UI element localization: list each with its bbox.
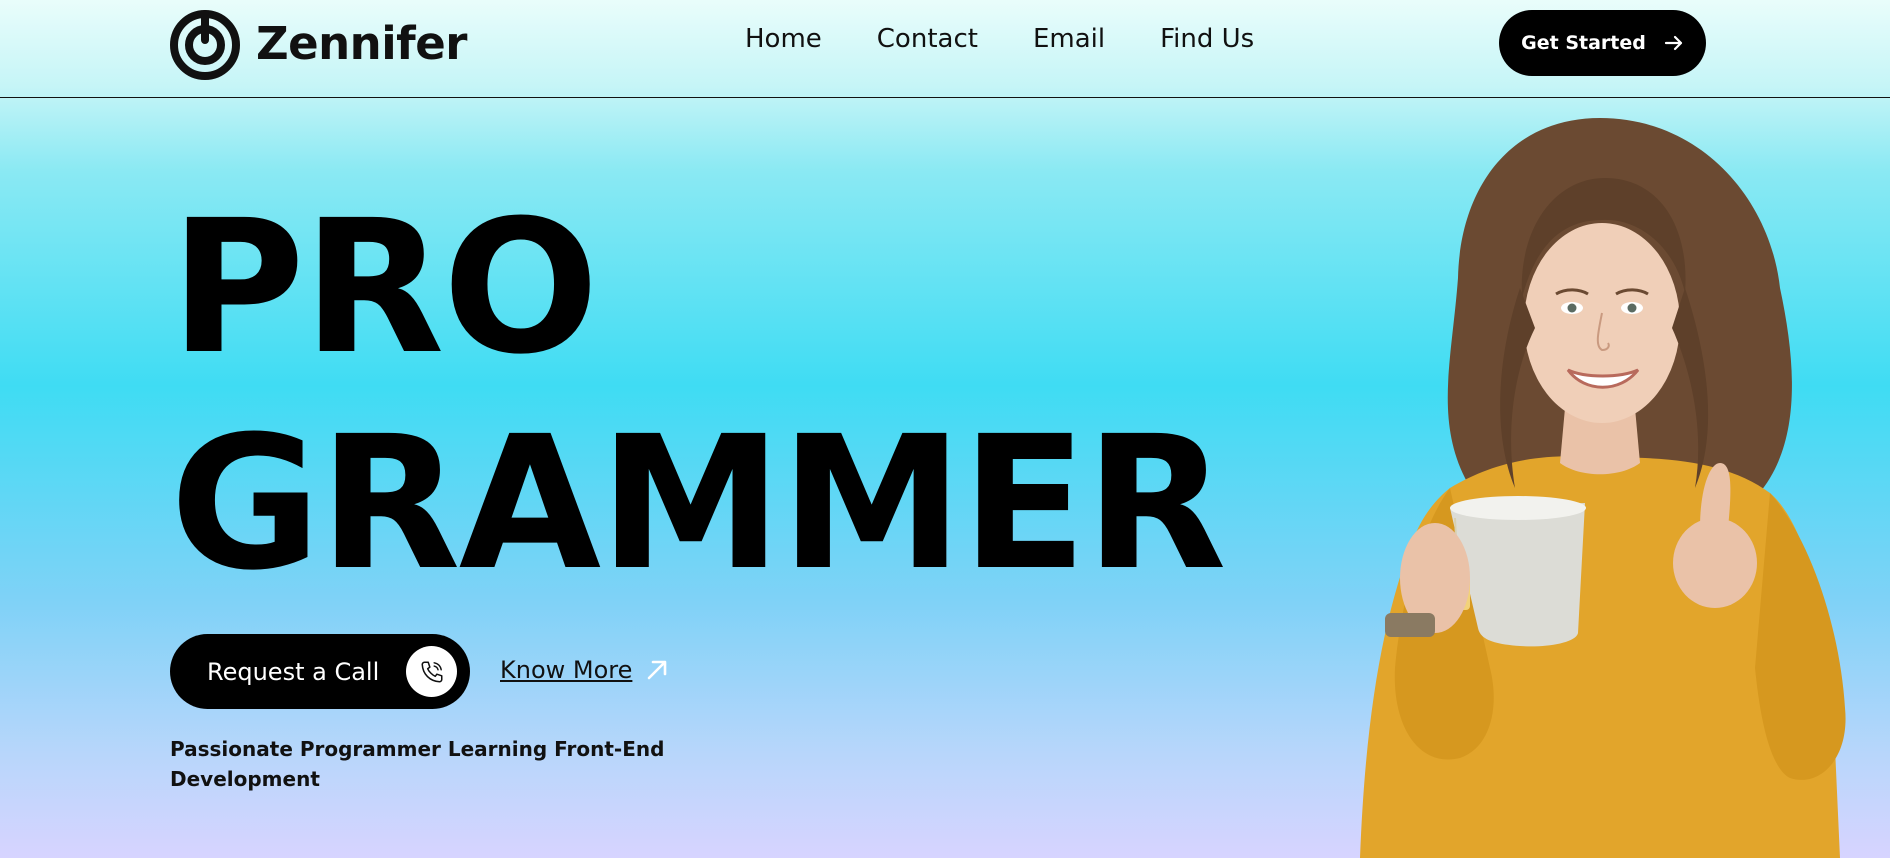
phone-icon <box>406 646 457 697</box>
request-call-label: Request a Call <box>207 657 380 686</box>
brand-logo[interactable]: Zennifer <box>168 6 467 80</box>
hero-title-line-2: GRAMMER <box>170 397 1227 611</box>
know-more-link[interactable]: Know More <box>500 656 670 684</box>
arrow-right-icon <box>1664 35 1682 51</box>
arrow-up-right-icon <box>648 660 667 680</box>
woman-with-mug-photo <box>1360 118 1846 858</box>
get-started-button[interactable]: Get Started <box>1499 10 1706 76</box>
know-more-label: Know More <box>500 656 633 684</box>
target-logo-icon <box>170 10 240 80</box>
nav-link-contact[interactable]: Contact <box>877 24 978 54</box>
hero-tagline: Passionate Programmer Learning Front-End… <box>170 737 665 791</box>
site-header: Zennifer Home Contact Email Find Us Get … <box>0 0 1890 98</box>
brand-name: Zennifer <box>256 16 467 70</box>
hero-title-line-1: PRO <box>170 181 599 395</box>
nav-link-find-us[interactable]: Find Us <box>1160 24 1254 54</box>
nav-link-home[interactable]: Home <box>745 24 822 54</box>
main-nav: Home Contact Email Find Us <box>745 24 1254 54</box>
nav-link-email[interactable]: Email <box>1033 24 1105 54</box>
request-call-button[interactable]: Request a Call <box>170 634 470 709</box>
get-started-label: Get Started <box>1521 32 1646 54</box>
